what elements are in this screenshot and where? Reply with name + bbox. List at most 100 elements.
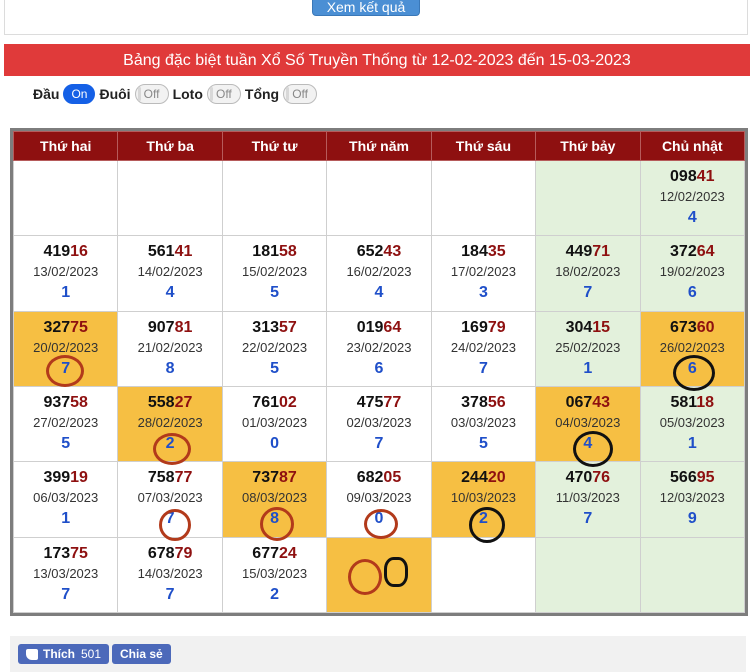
prize-number: 17375 — [14, 544, 117, 564]
table-row: 41916 13/02/2023 1 56141 14/02/2023 4 18158 15/… — [12, 235, 746, 312]
prize-number: 24420 — [432, 468, 535, 488]
head-digit: 7 — [583, 510, 593, 528]
day-cell: 32775 20/02/2023 7 — [12, 310, 119, 387]
head-digit: 7 — [478, 359, 488, 377]
thumbs-up-icon — [26, 648, 38, 660]
toggle-switch[interactable]: Off — [283, 84, 318, 104]
day-cell: 06743 04/03/2023 4 — [535, 385, 641, 463]
view-results-button[interactable]: Xem kết quả — [312, 0, 420, 16]
day-cell: 56695 12/03/2023 9 — [639, 461, 746, 538]
facebook-share-button[interactable]: Chia sẻ — [112, 644, 171, 664]
prize-number-head: 758 — [147, 469, 175, 487]
prize-number: 30415 — [536, 318, 639, 338]
prize-number-head: 737 — [252, 469, 279, 487]
toggle-switch[interactable]: Off — [134, 84, 169, 104]
head-digit: 5 — [270, 284, 279, 302]
prize-number: 75877 — [118, 468, 221, 488]
weekday-header: Thứ hai — [12, 131, 119, 161]
prize-number: 76102 — [223, 393, 326, 413]
weekday-header: Thứ năm — [326, 131, 432, 161]
head-digit: 1 — [583, 359, 593, 377]
head-digit: 5 — [270, 359, 279, 377]
prize-number-head: 372 — [670, 243, 697, 261]
draw-date: 13/03/2023 — [33, 565, 99, 581]
prize-number: 01964 — [327, 318, 430, 338]
day-cell: 17375 13/03/2023 7 — [12, 536, 119, 614]
prize-number-tail: 35 — [487, 243, 506, 261]
draw-date: 28/02/2023 — [137, 415, 203, 431]
special-prize-table-frame: Thứ hai Thứ ba Thứ tư Thứ năm Thứ sáu Thứ bảy… — [10, 128, 748, 616]
prize-number-head: 761 — [252, 394, 279, 412]
head-digit: 3 — [478, 284, 488, 302]
draw-date: 23/02/2023 — [346, 339, 412, 355]
prize-number-tail: 81 — [174, 318, 193, 336]
head-digit: 0 — [374, 510, 384, 528]
draw-date: 20/02/2023 — [33, 339, 99, 355]
head-digit: 4 — [687, 209, 697, 227]
toggle-switch[interactable]: On — [63, 84, 96, 104]
toggle-switch[interactable]: Off — [206, 84, 241, 104]
draw-date: 13/02/2023 — [33, 264, 99, 280]
day-cell: 58118 05/03/2023 1 — [639, 385, 746, 463]
day-cell: 09841 12/02/2023 4 — [639, 159, 746, 237]
head-digit: 0 — [270, 435, 279, 453]
head-digit: 7 — [374, 435, 384, 453]
prize-number-head: 098 — [670, 168, 697, 186]
prize-number-tail: 43 — [383, 243, 402, 261]
head-digit: 7 — [61, 585, 71, 603]
head-digit: 7 — [61, 359, 71, 377]
day-cell — [535, 159, 641, 237]
facebook-like-button[interactable]: Thích 501 — [18, 644, 110, 664]
top-panel: Xem kết quả — [4, 0, 748, 35]
day-cell: 18435 17/02/2023 3 — [430, 235, 537, 312]
draw-date: 01/03/2023 — [242, 415, 308, 431]
prize-number: 37264 — [641, 242, 744, 262]
weekday-header: Thứ sáu — [430, 131, 537, 161]
prize-number-tail: 43 — [592, 394, 611, 412]
day-cell: 01964 23/02/2023 6 — [326, 310, 432, 387]
draw-date: 15/03/2023 — [242, 565, 308, 581]
prize-number: 31357 — [223, 318, 326, 338]
draw-date: 14/03/2023 — [137, 565, 203, 581]
toggle-label: Đầu — [33, 86, 60, 102]
head-digit: 4 — [165, 284, 175, 302]
prize-number-tail: 95 — [696, 469, 715, 487]
weekday-header: Chủ nhật — [639, 131, 746, 161]
head-digit: 5 — [478, 435, 488, 453]
head-digit: 6 — [687, 359, 697, 377]
prize-number-tail: 18 — [696, 394, 715, 412]
prize-number-tail: 87 — [279, 469, 297, 487]
head-digit: 1 — [61, 284, 71, 302]
weekday-header-row: Thứ hai Thứ ba Thứ tư Thứ năm Thứ sáu Thứ bảy… — [12, 131, 746, 161]
table-row: 93758 27/02/2023 5 55827 28/02/2023 2 76102 01/… — [12, 385, 746, 463]
day-cell: 47577 02/03/2023 7 — [326, 385, 432, 463]
day-cell: 37264 19/02/2023 6 — [639, 235, 746, 312]
draw-date: 24/02/2023 — [450, 339, 516, 355]
day-cell: 18158 15/02/2023 5 — [221, 235, 328, 312]
draw-date: 16/02/2023 — [346, 264, 412, 280]
day-cell: 37856 03/03/2023 5 — [430, 385, 537, 463]
day-cell: 68205 09/03/2023 0 — [326, 461, 432, 538]
like-count: 501 — [81, 647, 102, 661]
prize-number-head: 019 — [356, 318, 384, 336]
draw-date: 21/02/2023 — [137, 339, 203, 355]
prize-number-tail: 27 — [174, 394, 193, 412]
prize-number-head: 313 — [252, 318, 279, 336]
head-digit: 2 — [478, 510, 488, 528]
prize-number-head: 470 — [565, 469, 593, 487]
prize-number-tail: 58 — [279, 243, 297, 261]
head-digit: 1 — [687, 435, 697, 453]
day-cell: 16979 24/02/2023 7 — [430, 310, 537, 387]
toggle-label: Tổng — [244, 86, 280, 102]
prize-number: 37856 — [432, 393, 535, 413]
prize-number: 39919 — [14, 468, 117, 488]
prize-number: 09841 — [641, 167, 744, 187]
day-cell: 73787 08/03/2023 8 — [221, 461, 328, 538]
prize-number: 18435 — [432, 242, 535, 262]
draw-date: 09/03/2023 — [346, 490, 412, 506]
draw-date: 15/02/2023 — [242, 264, 308, 280]
day-cell: 75877 07/03/2023 7 — [117, 461, 223, 538]
prize-number-tail: 19 — [70, 469, 88, 487]
draw-date: 12/03/2023 — [659, 490, 725, 506]
day-cell: 56141 14/02/2023 4 — [117, 235, 223, 312]
